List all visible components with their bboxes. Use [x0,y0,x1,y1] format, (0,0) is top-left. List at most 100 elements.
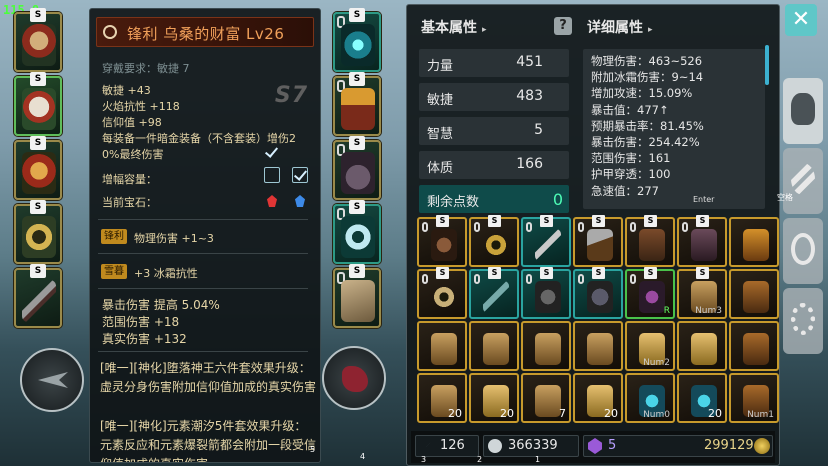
capacity-checkbox-checked[interactable] [292,167,308,183]
blue-gem-icon [295,195,305,207]
inventory-slot[interactable] [729,217,779,267]
equip-slot-shoulder[interactable]: S [14,72,62,136]
skill-hub-left[interactable] [20,348,84,412]
inventory-slot[interactable]: 20 [469,373,519,423]
equip-slot-offhand[interactable]: S [333,264,381,328]
gloves-icon [341,88,375,130]
stat-strength[interactable]: 力量 451 [419,49,569,77]
help-icon[interactable]: ? [554,17,572,35]
boots-icon [341,152,375,194]
item-quantity: 20 [708,407,722,420]
affix-text: +3 冰霜抗性 [134,267,198,280]
stat-wisdom[interactable]: 智慧 5 [419,117,569,145]
detail-attr-header[interactable]: 详细属性 ▸ [587,17,653,37]
crystal-value: 5 [608,438,617,453]
detail-line: 暴击值：477↑ [591,102,669,117]
inventory-slot[interactable]: S [573,215,623,267]
equip-slot-weapon[interactable]: S [14,264,62,328]
inventory-slot[interactable]: S [573,267,623,319]
equip-slot-chest[interactable]: S [14,136,62,200]
detail-line: 急速值：277 [591,183,659,198]
hotkey-label: Num2 [643,358,670,368]
extra-stat: 暴击伤害 提高 5.04% [102,298,220,312]
claw-icon [791,163,815,195]
inventory-slot[interactable]: S [677,215,727,267]
equip-slot-amulet[interactable]: S [333,8,381,72]
inventory-slot[interactable] [417,321,467,371]
item-quantity: 7 [559,407,566,420]
bag-icon [535,333,561,365]
item-grade: S7 [274,83,308,108]
side-tab-skills[interactable]: 空格 [777,148,823,214]
ring-icon [22,216,56,258]
equip-slot-helmet[interactable]: S [14,8,62,72]
detail-stats-list[interactable]: 物理伤害：463~526 附加冰霜伤害：9~14 增加攻速：15.09% 暴击值… [583,49,765,209]
boots-icon [691,229,717,261]
stat-agility[interactable]: 敏捷 483 [419,83,569,111]
set-bonus-line: 0%最终伤害 [102,148,164,161]
inventory-slot[interactable]: Num1 [729,373,779,423]
inventory-slot[interactable]: S [469,267,519,319]
inventory-slot[interactable]: S [417,215,467,267]
hotkey-label: Num1 [747,410,774,420]
inventory-slot[interactable]: S [521,267,571,319]
extra-stat: 真实伤害 +132 [102,332,187,346]
detail-scrollbar[interactable] [765,45,769,85]
crystal-gold-count: 5 299129 [583,435,773,457]
inventory-slot[interactable]: Num2 [625,321,675,371]
stat-value: 451 [516,54,543,70]
equip-slot-gloves[interactable]: S [333,72,381,136]
inventory-slot[interactable]: 20 [417,373,467,423]
helmet-icon [791,93,815,125]
red-gem-icon [267,195,277,207]
remaining-points[interactable]: 剩余点数 0 [419,185,569,213]
inventory-slot[interactable]: 20 [573,373,623,423]
inventory-slot[interactable]: S [417,267,467,319]
item-tooltip: 锋利 乌桑的财富 Lv26 穿戴要求：敏捷 7 S7 敏捷 +43 火焰抗性 +… [89,8,321,463]
soul-value: 366339 [508,438,558,453]
basic-attr-header[interactable]: 基本属性 ▸ [421,17,487,37]
inventory-slot[interactable]: S Num3 [677,267,727,319]
side-tab-equipment[interactable] [783,78,823,144]
inventory-slot[interactable]: SR [625,267,675,319]
stat-label: 体质 [427,161,454,176]
inventory-slot[interactable]: 7 [521,373,571,423]
affix-badge: 锋利 [101,229,127,244]
inventory-slot[interactable] [729,269,779,319]
equip-slot-ring-right[interactable]: S [333,200,381,264]
inventory-slot[interactable]: S [469,215,519,267]
target-icon [791,233,815,265]
inventory-slot[interactable]: 20 [677,373,727,423]
inventory-slot[interactable] [521,321,571,371]
inventory-slot[interactable] [573,321,623,371]
key-1: 1 [535,455,541,464]
inventory-slot[interactable] [677,321,727,371]
equip-slot-ring-left[interactable]: S [14,200,62,264]
detail-line: 物理伤害：463~526 [591,54,703,68]
side-tab-target[interactable] [783,218,823,284]
equip-slot-boots[interactable]: S [333,136,381,200]
inventory-slot[interactable]: S [521,215,571,267]
inventory-slot[interactable] [469,321,519,371]
close-button[interactable]: ✕ [785,4,817,36]
inventory-slot[interactable] [729,321,779,371]
key-4: 4 [360,452,366,461]
wear-requirement: 穿戴要求：敏捷 7 [102,62,190,75]
detail-line: 护甲穿透：100 [591,167,671,182]
stat-constitution[interactable]: 体质 166 [419,151,569,179]
divider [98,351,308,352]
game-screen: { "fps": "115.8", "tooltip": { "title": … [0,0,828,466]
basic-attr-title: 基本属性 [421,20,477,36]
inventory-slot[interactable]: Num0 [625,373,675,423]
hotkey-label: R [663,306,670,316]
inventory-slot[interactable]: S [625,215,675,267]
set-bonus-line: 每装备一件暗金装备（不含套装）增伤2 [102,132,296,145]
enter-hint: Enter [693,195,715,204]
gear-icon [791,303,815,335]
staff-icon [483,281,509,313]
grade-s-icon: S [349,72,365,86]
capacity-checkbox-empty[interactable] [264,167,280,183]
side-tab-settings[interactable] [783,288,823,354]
item-title-bar: 锋利 乌桑的财富 Lv26 [96,17,314,47]
skill-hub-right[interactable] [322,346,386,410]
